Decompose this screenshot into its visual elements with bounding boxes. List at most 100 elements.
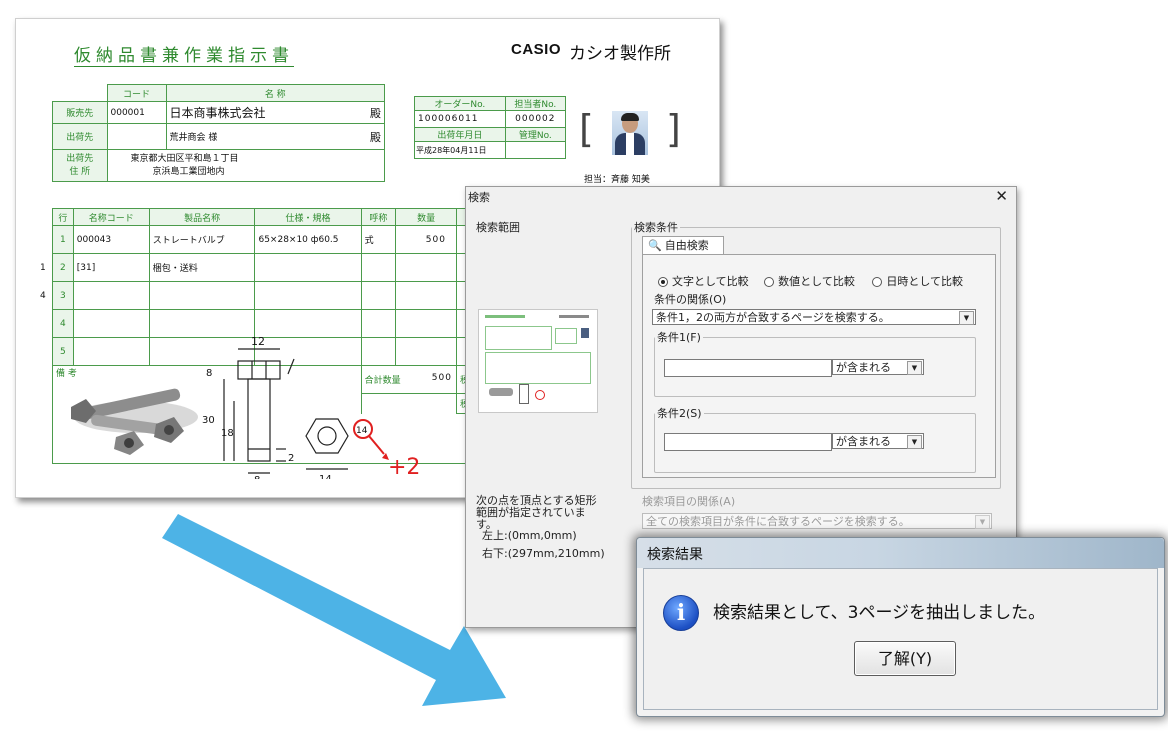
radio-label: 数値として比較	[778, 275, 855, 288]
message-text: 検索結果として、3ページを抽出しました。	[713, 603, 1046, 623]
margin-row-number: 1	[40, 263, 46, 273]
relation-value: 条件1，2の両方が合致するページを検索する。	[656, 311, 890, 324]
address-label-line: 住 所	[69, 166, 91, 177]
col-header: 呼称	[360, 208, 397, 226]
item-relation-select[interactable]: 全ての検索項目が条件に合致するページを検索する。 ▼	[642, 513, 992, 529]
bolt-photo	[71, 388, 198, 455]
tab-free-search[interactable]: 🔍 自由検索	[642, 236, 724, 255]
customer-code	[106, 123, 167, 150]
code-header: コード	[106, 84, 167, 102]
manager-no-label: 管理No.	[504, 127, 567, 142]
customer-name: 日本商事株式会社	[165, 101, 360, 124]
customer-table: コード 名 称 販売先 000001 日本商事株式会社 殿 出荷先 荒井商会 様…	[52, 84, 385, 182]
product-qty	[395, 281, 457, 310]
dim-label: 18	[221, 428, 234, 439]
product-code: 000043	[72, 225, 150, 254]
product-unit: 式	[360, 225, 397, 254]
compare-radio-group: 文字として比較 数値として比較 日時として比較	[658, 273, 963, 289]
honorific: 殿	[360, 123, 385, 150]
chevron-down-icon[interactable]: ▼	[907, 361, 922, 375]
staff-no: 000002	[504, 110, 567, 128]
bolt-side-view	[223, 348, 295, 474]
product-qty: 500	[395, 225, 457, 254]
result-message-box: 検索結果 i 検索結果として、3ページを抽出しました。 了解(Y)	[636, 537, 1165, 717]
condition2-label: 条件2(S)	[657, 407, 702, 420]
col-header: 行	[52, 208, 74, 226]
match-value: が含まれる	[836, 435, 891, 448]
search-conditions-label: 検索条件	[634, 221, 678, 234]
product-unit	[360, 253, 397, 282]
staff-photo	[612, 111, 648, 155]
chevron-down-icon[interactable]: ▼	[959, 311, 974, 325]
col-header: 数量	[395, 208, 457, 226]
product-name	[148, 281, 256, 310]
dim-label: 30	[202, 415, 215, 426]
address-label-line: 出荷先	[66, 153, 94, 164]
row-label: 出荷先	[52, 123, 108, 150]
range-bottom-right: 右下:(297mm,210mm)	[482, 547, 605, 560]
customer-code: 000001	[106, 101, 167, 124]
order-no: 100006011	[414, 110, 506, 128]
product-qty	[395, 253, 457, 282]
radio-icon	[764, 277, 775, 287]
staff-no-label: 担当者No.	[504, 96, 567, 111]
condition2-input[interactable]	[664, 433, 832, 451]
address-line: 東京都大田区平和島１丁目	[130, 153, 239, 164]
dim-label: 14	[356, 426, 368, 436]
match-value: が含まれる	[836, 361, 891, 374]
product-code	[72, 281, 150, 310]
page-thumbnail[interactable]	[478, 309, 598, 413]
message-title: 検索結果	[647, 547, 703, 563]
condition1-label: 条件1(F)	[657, 331, 701, 344]
dim-label: 8	[206, 368, 212, 379]
dim-label: 14	[319, 474, 332, 479]
ship-date: 平成28年04月11日	[414, 141, 506, 159]
product-code: [31]	[72, 253, 150, 282]
staff-caption: 担当：斉藤 知美	[584, 175, 650, 185]
product-unit	[360, 281, 397, 310]
radio-icon	[872, 277, 883, 287]
address-line: 京浜島工業団地内	[152, 166, 225, 177]
product-spec	[254, 281, 362, 310]
condition1-match-select[interactable]: が含まれる ▼	[832, 359, 924, 375]
range-description: 次の点を頂点とする矩形範囲が指定されています。	[476, 494, 597, 531]
radio-label: 日時として比較	[886, 275, 964, 288]
radio-icon	[658, 277, 668, 287]
margin-row-number: 4	[40, 291, 46, 301]
message-body	[643, 568, 1158, 710]
item-relation-value: 全ての検索項目が条件に合致するページを検索する。	[646, 515, 910, 528]
search-tab-icon: 🔍	[648, 239, 662, 252]
radio-text-compare[interactable]: 文字として比較	[658, 275, 749, 288]
document-title: 仮納品書兼作業指示書	[74, 46, 294, 66]
table-row: 3	[52, 281, 483, 310]
bracket-right: ]	[666, 107, 681, 151]
dialog-title: 検索	[468, 191, 490, 204]
order-table: オーダーNo. 担当者No. 100006011 000002 出荷年月日 管理…	[414, 96, 567, 159]
table-row: 1 000043 ストレートバルブ 65×28×10 ф60.5 式 500	[52, 225, 483, 254]
nut-top-view	[305, 418, 349, 470]
table-row: 2 [31] 梱包・送料	[52, 253, 483, 282]
dim-label: 12	[251, 335, 265, 348]
honorific: 殿	[360, 101, 385, 124]
range-top-left: 左上:(0mm,0mm)	[482, 529, 577, 542]
ok-button[interactable]: 了解(Y)	[854, 641, 956, 676]
col-header: 製品名称	[148, 208, 256, 226]
ship-date-label: 出荷年月日	[414, 127, 506, 142]
info-icon: i	[663, 595, 699, 631]
casio-logo: CASIO	[511, 41, 562, 58]
order-no-label: オーダーNo.	[414, 96, 506, 111]
arrow-shape	[162, 514, 506, 706]
company-name: カシオ製作所	[569, 44, 671, 64]
chevron-down-icon[interactable]: ▼	[907, 435, 922, 449]
radio-number-compare[interactable]: 数値として比較	[764, 275, 855, 288]
condition2-match-select[interactable]: が含まれる ▼	[832, 433, 924, 449]
product-name: ストレートバルブ	[148, 225, 256, 254]
condition1-input[interactable]	[664, 359, 832, 377]
chevron-down-icon[interactable]: ▼	[975, 515, 990, 529]
radio-label: 文字として比較	[672, 275, 749, 288]
close-icon[interactable]: ✕	[995, 187, 1008, 205]
address-label: 出荷先 住 所	[52, 149, 108, 182]
row-label: 販売先	[52, 101, 108, 124]
relation-select[interactable]: 条件1，2の両方が合致するページを検索する。 ▼	[652, 309, 976, 325]
radio-date-compare[interactable]: 日時として比較	[872, 275, 963, 288]
